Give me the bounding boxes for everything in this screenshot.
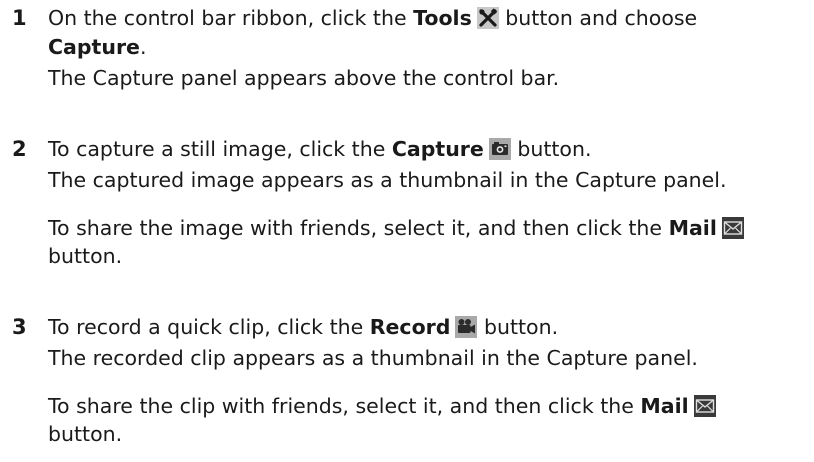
step-3-share-instruction-cont: button. (48, 422, 123, 446)
step-number: 2 (12, 137, 27, 161)
step-2-instruction: To capture a still image, click the Capt… (48, 135, 591, 164)
instruction-text: To capture a still image, click the (48, 137, 392, 161)
instruction-text: button. (510, 137, 592, 161)
video-camera-icon (455, 316, 478, 338)
instruction-text: On the control bar ribbon, click the (48, 6, 414, 30)
capture-label: Capture (391, 137, 484, 161)
tools-label: Tools (413, 6, 472, 30)
mail-label: Mail (640, 394, 689, 418)
step-3-share-instruction: To share the clip with friends, select i… (48, 392, 716, 421)
camera-icon (488, 138, 511, 160)
mail-icon (693, 395, 716, 417)
tools-icon (476, 7, 499, 29)
step-2-share-instruction: To share the image with friends, select … (48, 214, 744, 243)
instruction-text: button and choose (498, 6, 698, 30)
instruction-text: To record a quick clip, click the (48, 315, 370, 339)
mail-label: Mail (668, 216, 717, 240)
step-3-instruction: To record a quick clip, click the Record… (48, 313, 558, 342)
capture-label: Capture (48, 35, 140, 59)
mail-icon (721, 217, 744, 239)
step-number: 1 (12, 6, 27, 30)
step-2-result: The captured image appears as a thumbnai… (48, 168, 727, 192)
instruction-text: To share the image with friends, select … (48, 216, 669, 240)
record-label: Record (369, 315, 451, 339)
step-number: 3 (12, 315, 27, 339)
instruction-text: button. (477, 315, 559, 339)
step-1-instruction: On the control bar ribbon, click the Too… (48, 4, 697, 33)
instruction-text: To share the clip with friends, select i… (48, 394, 641, 418)
step-3-result: The recorded clip appears as a thumbnail… (48, 346, 698, 370)
period: . (139, 35, 147, 59)
step-1-result: The Capture panel appears above the cont… (48, 66, 560, 90)
step-2-share-instruction-cont: button. (48, 244, 123, 268)
step-1-instruction-cont: Capture. (48, 33, 147, 62)
